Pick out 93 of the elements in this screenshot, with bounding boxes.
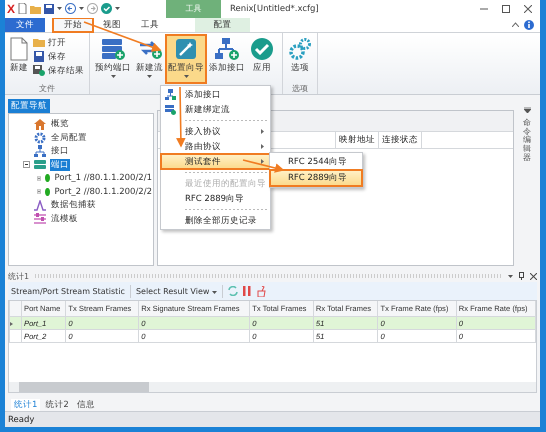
ribbon-tab[interactable]: 视图 — [93, 18, 131, 32]
ribbon-button[interactable]: 添加接口 — [207, 34, 247, 83]
tree-item[interactable]: 流模板 — [50, 212, 79, 225]
submenu-arrow-icon — [261, 159, 264, 164]
menu-item[interactable]: 新建绑定流 — [161, 102, 270, 117]
expand-icon[interactable] — [37, 174, 41, 182]
tree-item[interactable]: Port_1 //80.1.1.200/2/1 — [54, 173, 153, 184]
expand-icon[interactable] — [37, 188, 41, 196]
save-icon[interactable] — [44, 4, 54, 14]
submenu-arrow-icon — [261, 129, 264, 134]
ribbon-button[interactable]: 预约端口 — [93, 34, 133, 83]
menu-item[interactable]: 添加接口 — [161, 87, 270, 102]
menu-item[interactable]: 路由协议 — [161, 139, 270, 154]
caret-icon — [57, 7, 62, 10]
tree-item[interactable]: 端口 — [50, 158, 70, 171]
sliders-icon — [34, 213, 46, 224]
network-icon — [34, 145, 46, 158]
ribbon-button[interactable]: 选项 — [286, 34, 314, 83]
new-file-icon[interactable] — [18, 3, 28, 14]
tree-item[interactable]: 接口 — [50, 145, 70, 158]
file-tab[interactable]: 文件 — [5, 18, 45, 32]
back-icon[interactable] — [65, 3, 76, 14]
caret-icon — [79, 7, 84, 10]
close-icon[interactable] — [530, 272, 537, 280]
pause-icon[interactable] — [242, 286, 251, 296]
submenu-arrow-icon — [261, 144, 264, 149]
menu-item[interactable]: RFC 2889向导 — [161, 191, 270, 206]
wand-icon — [174, 36, 198, 61]
save-results-icon — [33, 65, 45, 76]
group-label: 文件 — [38, 82, 56, 94]
row-pointer-icon — [10, 322, 13, 326]
ribbon-button[interactable]: 保存结果 — [31, 64, 86, 77]
ribbon-button[interactable]: 新建流 — [134, 34, 165, 83]
ribbon-tab[interactable]: 配置 — [195, 18, 250, 32]
view-button[interactable]: Stream/Port Stream Statistic — [11, 286, 125, 296]
panel-tab[interactable]: 统计1 — [11, 399, 40, 412]
panel-tab[interactable]: 配置导航 — [8, 98, 50, 113]
maximize-icon[interactable] — [502, 4, 510, 13]
app-logo: X — [7, 2, 16, 16]
menu-item[interactable]: RFC 2544向导 — [270, 154, 362, 170]
close-icon[interactable] — [524, 4, 532, 13]
arrow — [242, 159, 285, 173]
gears-icon — [288, 36, 312, 61]
column-header: 映射地址 — [335, 132, 378, 148]
server-icon — [34, 159, 46, 170]
tree-item[interactable]: 全局配置 — [50, 132, 88, 144]
home-icon — [34, 118, 46, 130]
network-icon — [165, 89, 176, 100]
status-bar: Ready — [5, 411, 540, 428]
collapse-ribbon-icon[interactable] — [512, 22, 519, 28]
ribbon-button[interactable]: 配置向导 — [166, 34, 206, 83]
select-view-dropdown[interactable]: Select Result View — [136, 286, 217, 296]
gear-icon — [34, 132, 46, 144]
caret-icon — [508, 274, 513, 278]
ribbon-button[interactable]: 打开 — [31, 36, 86, 49]
tree-item[interactable]: 概览 — [50, 118, 70, 130]
panel-tab[interactable]: 统计2 — [42, 399, 72, 412]
horizontal-scrollbar[interactable] — [9, 382, 536, 392]
group-label: 选项 — [291, 82, 309, 94]
menu-item[interactable]: 接入协议 — [161, 124, 270, 139]
panel-title: 统计1 — [8, 270, 30, 282]
arrow — [176, 86, 186, 148]
panel-tab[interactable]: 信息 — [74, 399, 98, 412]
tree-item[interactable]: Port_2 //80.1.1.200/2/2 — [54, 186, 153, 197]
window-title: Renix[Untitled*.xcfg] — [230, 4, 320, 14]
ribbon-tab[interactable]: 工具 — [131, 18, 169, 32]
pin-icon[interactable] — [519, 272, 524, 280]
network-plus-icon — [214, 36, 240, 61]
ribbon-button[interactable]: 新建 — [8, 34, 30, 83]
column-header: 连接状态 — [378, 132, 421, 148]
menu-item[interactable]: RFC 2889向导 — [270, 170, 362, 186]
tree-item[interactable]: 数据包捕获 — [50, 199, 97, 212]
ribbon-tab[interactable]: 开始 — [53, 18, 93, 32]
collapse-icon[interactable] — [23, 161, 30, 168]
save-icon — [33, 51, 45, 62]
dropdown-icon[interactable] — [524, 106, 530, 113]
side-panel-tab[interactable]: 命令编辑器 — [523, 118, 531, 163]
caret-icon — [115, 7, 120, 10]
contextual-group-header: 工具 — [166, 0, 222, 18]
server-plus-icon — [165, 104, 176, 115]
new-file-icon — [10, 36, 28, 61]
menu-item[interactable]: 测试套件 — [161, 154, 270, 169]
waveform-icon — [34, 200, 46, 211]
server-plus-icon — [100, 36, 126, 61]
info-icon[interactable] — [524, 20, 534, 30]
folder-icon — [33, 37, 45, 48]
check-circle-icon[interactable] — [101, 3, 112, 14]
menu-item[interactable]: 删除全部历史记录 — [161, 213, 270, 228]
ribbon-button[interactable]: 应用 — [248, 34, 276, 83]
caret-icon — [212, 290, 217, 294]
check-circle-icon — [250, 36, 274, 61]
brush-icon[interactable] — [256, 286, 266, 297]
ribbon-button[interactable]: 保存 — [31, 50, 86, 63]
